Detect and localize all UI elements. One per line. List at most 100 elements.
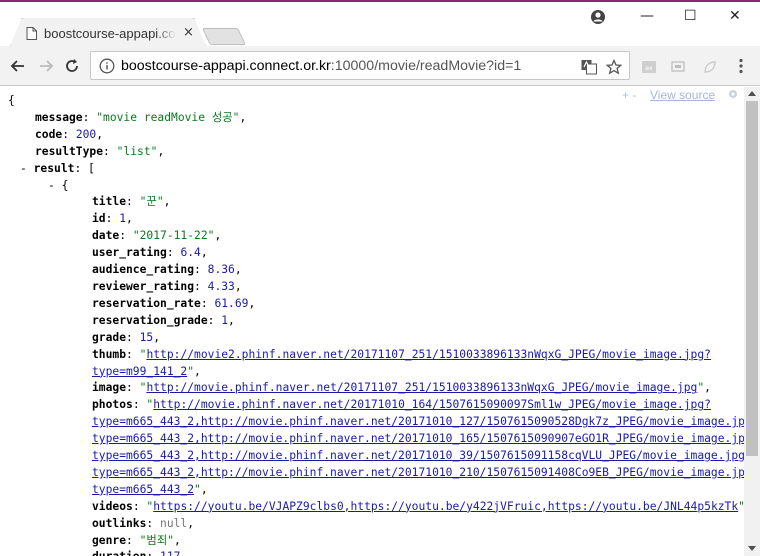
json-key: photos <box>92 398 133 412</box>
json-line: videos: "https://youtu.be/VJAPZ9clbs0,ht… <box>92 499 744 513</box>
json-number: 15 <box>139 330 154 344</box>
reload-icon[interactable] <box>62 56 82 76</box>
json-key: code <box>35 127 63 141</box>
json-key: resultType <box>35 144 104 158</box>
json-key: videos <box>92 499 133 513</box>
json-number: 1 <box>119 212 127 226</box>
svg-text:ex: ex <box>645 65 653 72</box>
url-text[interactable]: boostcourse-appapi.connect.or.kr:10000/m… <box>121 58 521 74</box>
photos-link[interactable]: http://movie.phinf.naver.net/20171010_16… <box>153 398 711 411</box>
json-null: null <box>160 516 188 530</box>
json-key: image <box>92 381 127 395</box>
json-line: type=m665_443_2,http://movie.phinf.naver… <box>8 431 744 448</box>
json-string: "list" <box>116 144 158 158</box>
json-string: "2017-11-22" <box>132 229 215 243</box>
json-body: { message: "movie readMovie 성공", code: 2… <box>0 87 744 556</box>
vertical-scrollbar[interactable] <box>744 87 760 556</box>
json-number: 4.33 <box>207 279 235 293</box>
thumb-link-cont[interactable]: type=m99_141_2 <box>92 365 187 378</box>
json-line: message: "movie readMovie 성공", <box>35 110 247 124</box>
json-string: "꾼" <box>139 195 164 209</box>
gear-icon[interactable] <box>727 88 739 100</box>
close-window-button[interactable]: ✕ <box>729 8 741 24</box>
forward-arrow-icon[interactable] <box>36 56 56 76</box>
view-source-link[interactable]: View source <box>650 88 715 102</box>
json-key: duration <box>92 550 146 556</box>
json-brace: { <box>61 178 69 192</box>
json-key: date <box>92 229 120 243</box>
maximize-button[interactable]: ☐ <box>684 8 697 24</box>
bookmark-star-icon[interactable] <box>606 59 622 75</box>
json-key: reservation_grade <box>92 313 208 327</box>
json-line: - result: [ <box>20 161 95 175</box>
json-line: reservation_rate: 61.69, <box>92 296 256 310</box>
json-line: type=m665_443_2,http://movie.phinf.naver… <box>8 448 744 465</box>
json-key: id <box>92 212 106 226</box>
scroll-down-arrow-icon[interactable] <box>748 546 756 551</box>
extension-leaf-icon[interactable] <box>702 59 718 75</box>
json-line: date: "2017-11-22", <box>92 229 222 243</box>
tab-title: boostcourse-appapi.connect.or.kr:10000/m… <box>44 26 176 41</box>
json-line: audience_rating: 8.36, <box>92 263 242 277</box>
info-icon[interactable] <box>99 58 115 74</box>
json-string: "범죄" <box>139 533 175 547</box>
json-line: resultType: "list", <box>35 144 165 158</box>
json-line: reservation_grade: 1, <box>92 313 235 327</box>
json-number: 8.36 <box>207 263 235 277</box>
json-line: duration: 117, <box>8 549 744 556</box>
json-number: 117 <box>160 550 180 556</box>
extension-icon[interactable]: ex <box>641 59 657 75</box>
tab-close-icon[interactable]: × <box>183 25 194 40</box>
json-line: user_rating: 6.4, <box>92 246 208 260</box>
json-line: photos: "http://movie.phinf.naver.net/20… <box>92 398 711 412</box>
image-link[interactable]: http://movie.phinf.naver.net/20171107_25… <box>146 381 697 394</box>
json-number: 61.69 <box>214 296 249 310</box>
photos-link[interactable]: type=m665_443_2,http://movie.phinf.naver… <box>92 432 744 445</box>
photos-link[interactable]: type=m665_443_2,http://movie.phinf.naver… <box>92 449 744 462</box>
url-path: :10000/movie/readMovie?id=1 <box>330 58 522 74</box>
profile-icon[interactable] <box>590 9 606 25</box>
json-number: 1 <box>221 313 229 327</box>
new-tab-button[interactable] <box>202 28 246 45</box>
minimize-button[interactable]: — <box>640 8 654 24</box>
json-key: thumb <box>92 347 127 361</box>
json-line: reviewer_rating: 4.33, <box>92 279 242 293</box>
json-viewer: { message: "movie readMovie 성공", code: 2… <box>0 87 744 556</box>
json-viewer-controls: + - View source <box>617 87 744 104</box>
json-key: user_rating <box>92 246 167 260</box>
browser-toolbar: boostcourse-appapi.connect.or.kr:10000/m… <box>0 46 760 86</box>
json-line: thumb: "http://movie2.phinf.naver.net/20… <box>92 347 711 361</box>
translate-icon[interactable] <box>581 59 597 75</box>
json-line: genre: "범죄", <box>92 533 181 547</box>
json-key: grade <box>92 330 127 344</box>
json-key: message <box>35 110 83 124</box>
collapse-toggle[interactable]: - <box>48 179 55 192</box>
photos-link[interactable]: type=m665_443_2,http://movie.phinf.naver… <box>92 415 744 428</box>
json-line: grade: 15, <box>92 330 161 344</box>
scrollbar-thumb[interactable] <box>746 101 758 456</box>
cast-icon[interactable] <box>670 59 686 75</box>
back-arrow-icon[interactable] <box>8 56 28 76</box>
menu-dots-icon[interactable] <box>738 58 744 74</box>
photos-link[interactable]: type=m665_443_2 <box>92 483 194 496</box>
page-icon <box>26 27 37 40</box>
json-key: reservation_rate <box>92 296 201 310</box>
json-number: 6.4 <box>180 246 201 260</box>
expand-collapse-all[interactable]: + - <box>622 88 636 102</box>
thumb-link[interactable]: http://movie2.phinf.naver.net/20171107_2… <box>146 348 711 361</box>
photos-link[interactable]: type=m665_443_2,http://movie.phinf.naver… <box>92 466 744 479</box>
json-key: outlinks <box>92 516 147 530</box>
json-line: type=m665_443_2", <box>92 482 208 496</box>
collapse-toggle[interactable]: - <box>20 162 27 175</box>
json-line: type=m99_141_2", <box>92 364 201 378</box>
json-line: type=m665_443_2,http://movie.phinf.naver… <box>8 465 744 482</box>
json-line: type=m665_443_2,http://movie.phinf.naver… <box>8 414 744 431</box>
scroll-up-arrow-icon[interactable] <box>748 91 756 96</box>
videos-link[interactable]: https://youtu.be/VJAPZ9clbs0,https://you… <box>153 500 738 513</box>
json-string: "movie readMovie 성공" <box>96 110 240 124</box>
json-key: title <box>92 195 127 209</box>
json-line: outlinks: null, <box>92 516 195 530</box>
json-bracket: [ <box>88 161 95 175</box>
json-line: - { <box>8 178 744 195</box>
address-bar[interactable]: boostcourse-appapi.connect.or.kr:10000/m… <box>90 51 630 80</box>
